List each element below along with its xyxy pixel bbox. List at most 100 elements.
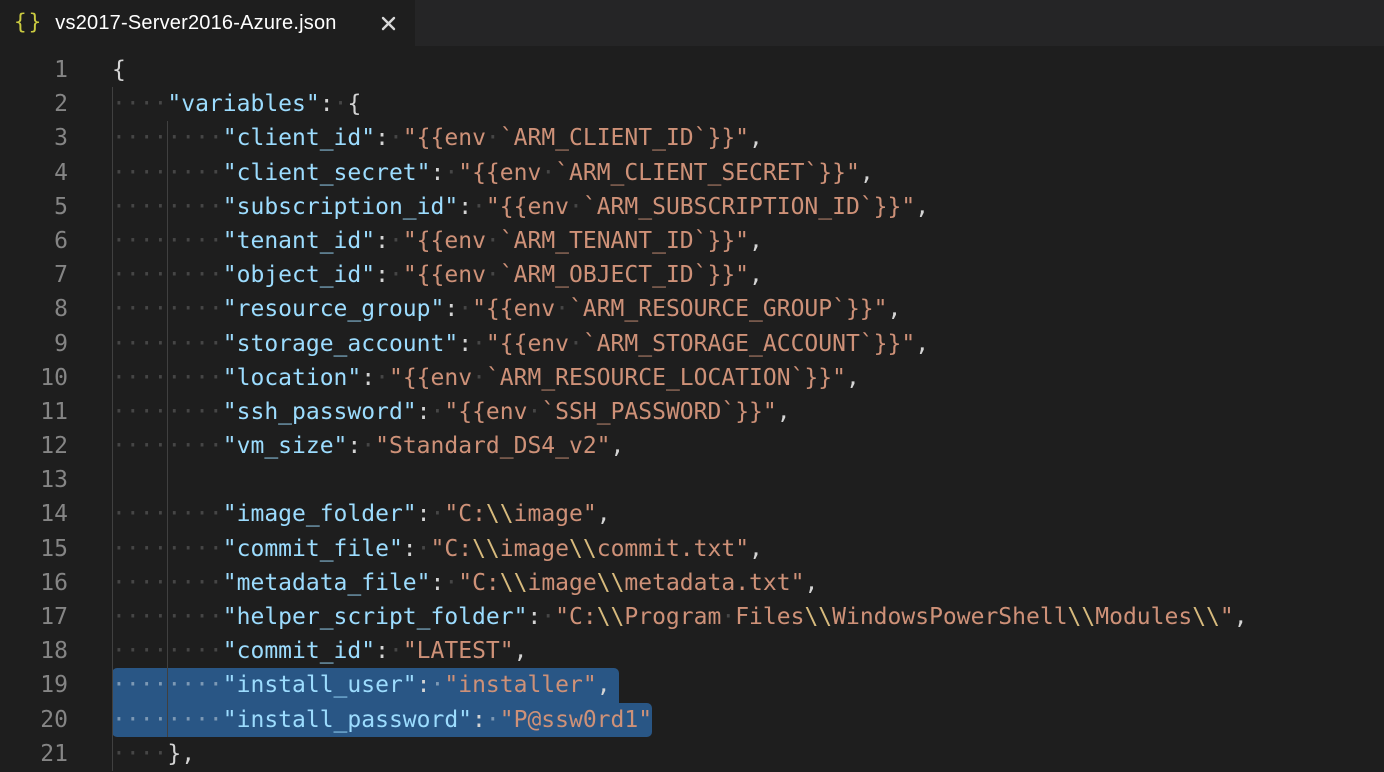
line-number: 19: [0, 668, 68, 702]
code-token: :: [403, 536, 417, 562]
code-line: ········"install_password":·"P@ssw0rd1": [112, 703, 1384, 737]
whitespace-dots: ········: [112, 365, 223, 391]
code-token: :: [417, 399, 431, 425]
code-token: :: [375, 262, 389, 288]
code-token: `ARM_RESOURCE_LOCATION`}}": [486, 365, 846, 391]
code-token: `ARM_RESOURCE_GROUP`}}": [569, 296, 888, 322]
code-token: :: [472, 707, 486, 733]
code-token: commit.txt": [597, 536, 749, 562]
code-token: :: [458, 331, 472, 357]
code-token: ,: [777, 399, 791, 425]
code-token: \\: [569, 536, 597, 562]
code-token: "installer": [444, 672, 596, 698]
code-token: },: [167, 741, 195, 767]
code-token: ,: [860, 160, 874, 186]
code-token: "{{env: [403, 262, 486, 288]
whitespace-dots: ········: [112, 228, 223, 254]
code-token: "variables": [167, 91, 319, 117]
code-token: "ssh_password": [223, 399, 417, 425]
whitespace-dots: ·: [541, 604, 555, 630]
whitespace-dots: ·: [472, 365, 486, 391]
code-token: `ARM_SUBSCRIPTION_ID`}}": [583, 194, 915, 220]
tab-vs2017-server2016-azure-json[interactable]: {} vs2017-Server2016-Azure.json: [0, 0, 415, 46]
code-token: "tenant_id": [223, 228, 375, 254]
whitespace-dots: ········: [112, 399, 223, 425]
whitespace-dots: ·: [361, 433, 375, 459]
code-token: :: [431, 570, 445, 596]
whitespace-dots: ·: [389, 125, 403, 151]
whitespace-dots: ·: [389, 638, 403, 664]
code-token: "metadata_file": [223, 570, 431, 596]
code-token: :: [375, 228, 389, 254]
code-token: image: [527, 570, 596, 596]
line-number: 6: [0, 224, 68, 258]
code-token: {: [112, 57, 126, 83]
code-token: `ARM_TENANT_ID`}}": [500, 228, 749, 254]
whitespace-dots: ·: [472, 194, 486, 220]
line-number: 3: [0, 121, 68, 155]
code-token: Program: [624, 604, 721, 630]
tab-close-button[interactable]: [377, 12, 399, 34]
code-token: "Standard_DS4_v2": [375, 433, 610, 459]
code-token: {: [347, 91, 361, 117]
code-token: "client_id": [223, 125, 375, 151]
code-token: ": [1220, 604, 1234, 630]
close-icon: [380, 15, 397, 32]
vscode-window: {} vs2017-Server2016-Azure.json 12345678…: [0, 0, 1384, 772]
whitespace-dots: ·: [721, 604, 735, 630]
tab-bar: {} vs2017-Server2016-Azure.json: [0, 0, 1384, 46]
whitespace-dots: ········: [112, 262, 223, 288]
code-token: "install_user": [223, 672, 417, 698]
whitespace-dots: ········: [112, 194, 223, 220]
whitespace-dots: ·: [444, 160, 458, 186]
line-number: 2: [0, 87, 68, 121]
code-token: "C:: [555, 604, 597, 630]
code-line: ········"commit_id":·"LATEST",: [112, 634, 1384, 668]
line-number: 15: [0, 532, 68, 566]
code-line: ········"resource_group":·"{{env·`ARM_RE…: [112, 292, 1384, 326]
code-line: ········"image_folder":·"C:\\image",: [112, 497, 1384, 531]
code-line: ········"location":·"{{env·`ARM_RESOURCE…: [112, 361, 1384, 395]
code-token: "{{env: [458, 160, 541, 186]
line-number: 14: [0, 497, 68, 531]
line-number: 13: [0, 463, 68, 497]
whitespace-dots: ·: [569, 331, 583, 357]
json-file-icon: {}: [14, 10, 43, 34]
whitespace-dots: ·: [472, 331, 486, 357]
code-token: "storage_account": [223, 331, 458, 357]
code-lines: {····"variables":·{········"client_id":·…: [112, 53, 1384, 771]
code-token: "P@ssw0rd1": [500, 707, 652, 733]
whitespace-dots: ·: [389, 262, 403, 288]
code-line: ········"tenant_id":·"{{env·`ARM_TENANT_…: [112, 224, 1384, 258]
whitespace-dots: ·: [486, 262, 500, 288]
gutter: 123456789101112131415161718192021: [0, 53, 68, 771]
whitespace-dots: ········: [112, 604, 223, 630]
code-area[interactable]: {····"variables":·{········"client_id":·…: [112, 53, 1384, 772]
code-token: :: [375, 638, 389, 664]
line-number: 20: [0, 703, 68, 737]
whitespace-dots: ·: [527, 399, 541, 425]
whitespace-dots: ········: [112, 570, 223, 596]
code-token: "resource_group": [223, 296, 445, 322]
code-token: \\: [500, 570, 528, 596]
code-token: "{{env: [486, 331, 569, 357]
code-token: \\: [597, 570, 625, 596]
code-line: ········"storage_account":·"{{env·`ARM_S…: [112, 327, 1384, 361]
whitespace-dots: ·: [486, 228, 500, 254]
code-token: `ARM_OBJECT_ID`}}": [500, 262, 749, 288]
code-token: ,: [749, 262, 763, 288]
code-token: "location": [223, 365, 361, 391]
tab-title: vs2017-Server2016-Azure.json: [55, 12, 336, 35]
whitespace-dots: ·: [334, 91, 348, 117]
code-token: "subscription_id": [223, 194, 458, 220]
code-token: ,: [804, 570, 818, 596]
whitespace-dots: ·: [569, 194, 583, 220]
code-token: ,: [888, 296, 902, 322]
whitespace-dots: ·: [541, 160, 555, 186]
whitespace-dots: ········: [112, 638, 223, 664]
code-token: \\: [597, 604, 625, 630]
code-token: ,: [749, 125, 763, 151]
code-token: \\: [486, 501, 514, 527]
code-token: `ARM_CLIENT_ID`}}": [500, 125, 749, 151]
code-token: :: [458, 194, 472, 220]
